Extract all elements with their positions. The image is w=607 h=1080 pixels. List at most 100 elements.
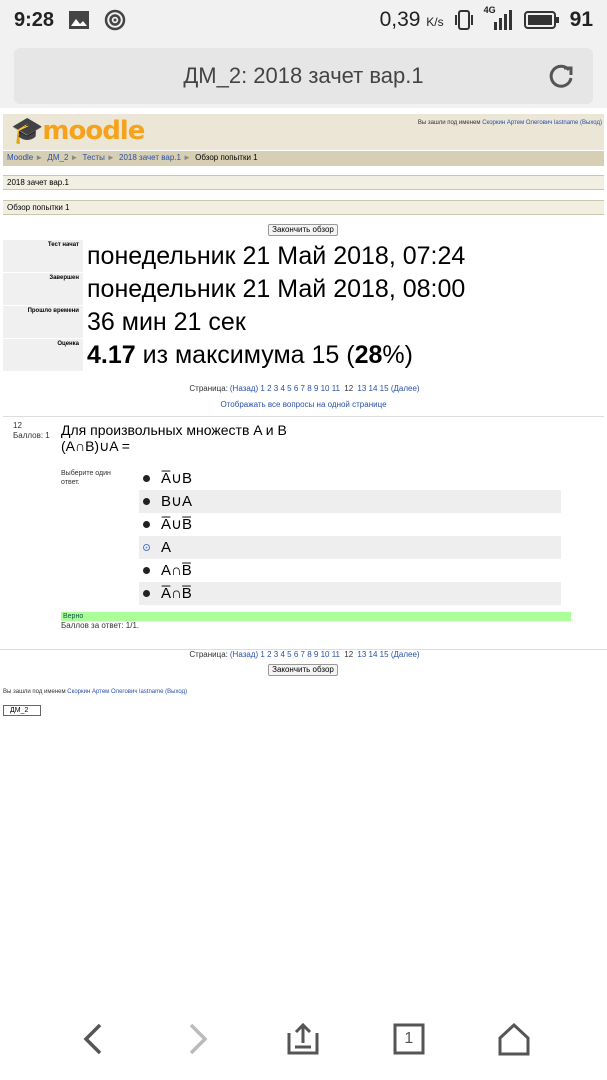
clock: 9:28 <box>14 8 55 31</box>
signal-icon: 4G <box>484 5 514 31</box>
prev-page-link[interactable]: (Назад) <box>230 650 258 659</box>
page-link[interactable]: 3 <box>274 650 278 659</box>
page-link[interactable]: 10 <box>321 650 330 659</box>
footer-user-link[interactable]: Скоркин Артем Олегович lastname <box>67 689 163 695</box>
page-link[interactable]: 9 <box>314 384 318 393</box>
summary-row: Оценка 4.17 из максимума 15 (28%) <box>3 339 604 371</box>
login-info: Вы зашли под именем Скоркин Артем Олегов… <box>417 120 602 126</box>
home-icon <box>498 1022 530 1056</box>
answer-option-selected[interactable]: A <box>139 536 561 559</box>
answer-option[interactable]: A∩B̅ <box>139 559 561 582</box>
radio-button[interactable] <box>143 521 150 528</box>
page-link[interactable]: 3 <box>274 384 278 393</box>
summary-value: понедельник 21 Май 2018, 08:00 <box>87 275 466 303</box>
pagination-bottom: Страница: (Назад) 1 2 3 4 5 6 7 8 9 10 11… <box>0 649 607 659</box>
next-page-link[interactable]: (Далее) <box>391 384 420 393</box>
answer-options: A̅∪B B∪A A̅∪B̅ A A∩B̅ A̅∩B̅ <box>139 467 561 605</box>
radio-button[interactable] <box>143 590 150 597</box>
question-points: Баллов: 1 <box>13 431 50 440</box>
page-link[interactable]: 4 <box>280 384 284 393</box>
summary-value: 36 мин 21 сек <box>87 308 246 336</box>
page-link[interactable]: 1 <box>260 650 264 659</box>
radio-button[interactable] <box>143 498 150 505</box>
page-link[interactable]: 4 <box>280 650 284 659</box>
tabs-button[interactable]: 1 <box>379 1009 439 1069</box>
feedback-correct: Верно <box>61 612 571 621</box>
summary-label: Завершен <box>3 273 83 305</box>
home-button[interactable] <box>484 1009 544 1069</box>
page-link[interactable]: 14 <box>369 384 378 393</box>
radio-button[interactable] <box>143 475 150 482</box>
summary-value: понедельник 21 Май 2018, 07:24 <box>87 242 466 270</box>
page-link[interactable]: 9 <box>314 650 318 659</box>
site-header: 🎓moodle Вы зашли под именем Скоркин Арте… <box>3 114 604 150</box>
page-link[interactable]: 15 <box>380 384 389 393</box>
attempt-summary: Тест начат понедельник 21 Май 2018, 07:2… <box>3 240 604 372</box>
summary-label: Прошло времени <box>3 306 83 338</box>
question-block: 12 Баллов: 1 Для произвольных множеств A… <box>3 416 604 636</box>
image-icon <box>69 11 90 29</box>
page-link[interactable]: 13 <box>357 384 366 393</box>
logout-link[interactable]: (Выход) <box>580 120 602 126</box>
tabs-count: 1 <box>404 1030 414 1047</box>
hotspot-icon <box>104 9 126 31</box>
address-bar[interactable]: ДМ_2: 2018 зачет вар.1 <box>14 48 593 104</box>
course-home-button[interactable]: ДМ_2 <box>3 705 41 716</box>
next-page-link[interactable]: (Далее) <box>391 650 420 659</box>
page-link[interactable]: 10 <box>321 384 330 393</box>
forward-arrow-icon <box>189 1023 208 1055</box>
grade-value: 4.17 из максимума 15 (28%) <box>87 341 413 369</box>
footer-logout-link[interactable]: (Выход) <box>165 689 187 695</box>
answer-option[interactable]: A̅∩B̅ <box>139 582 561 605</box>
pagination-top: Страница: (Назад) 1 2 3 4 5 6 7 8 9 10 11… <box>189 384 420 393</box>
finish-review-button-top[interactable]: Закончить обзор <box>268 224 338 236</box>
user-link[interactable]: Скоркин Артем Олегович lastname <box>482 120 578 126</box>
page-link[interactable]: 2 <box>267 384 271 393</box>
answer-option[interactable]: B∪A <box>139 490 561 513</box>
page-link[interactable]: 2 <box>267 650 271 659</box>
breadcrumb-course[interactable]: ДМ_2 <box>47 153 68 162</box>
breadcrumb: Moodle ► ДМ_2 ► Тесты ► 2018 зачет вар.1 ► О… <box>3 151 604 166</box>
share-icon <box>287 1022 319 1055</box>
page-link[interactable]: 6 <box>294 384 298 393</box>
answer-option[interactable]: A̅∪B <box>139 467 561 490</box>
page-link[interactable]: 6 <box>294 650 298 659</box>
breadcrumb-quiz[interactable]: 2018 зачет вар.1 <box>119 153 181 162</box>
forward-button[interactable] <box>168 1009 228 1069</box>
page-link[interactable]: 7 <box>301 384 305 393</box>
reload-icon[interactable] <box>547 62 575 90</box>
share-button[interactable] <box>273 1009 333 1069</box>
breadcrumb-quizzes[interactable]: Тесты <box>83 153 105 162</box>
footer-login-info: Вы зашли под именем Скоркин Артем Олегов… <box>3 689 188 695</box>
page-link[interactable]: 8 <box>307 384 311 393</box>
answer-option[interactable]: A̅∪B̅ <box>139 513 561 536</box>
page-title: ДМ_2: 2018 зачет вар.1 <box>183 63 424 88</box>
prev-page-link[interactable]: (Назад) <box>230 384 258 393</box>
page-link[interactable]: 8 <box>307 650 311 659</box>
breadcrumb-moodle[interactable]: Moodle <box>7 153 33 162</box>
page-link[interactable]: 14 <box>369 650 378 659</box>
radio-button-selected[interactable] <box>143 544 150 551</box>
question-number: 12 <box>13 421 22 430</box>
page-link[interactable]: 15 <box>380 650 389 659</box>
radio-button[interactable] <box>143 567 150 574</box>
current-page: 12 <box>344 650 354 659</box>
page-link[interactable]: 7 <box>301 650 305 659</box>
summary-row: Прошло времени 36 мин 21 сек <box>3 306 604 338</box>
finish-review-button-bottom[interactable]: Закончить обзор <box>268 664 338 676</box>
network-speed: 0,39 K/s <box>379 8 444 31</box>
question-text: Для произвольных множеств A и B (A∩B)∪A … <box>61 422 287 454</box>
page-link[interactable]: 13 <box>357 650 366 659</box>
summary-row: Завершен понедельник 21 Май 2018, 08:00 <box>3 273 604 305</box>
page-link[interactable]: 5 <box>287 384 291 393</box>
page-link[interactable]: 5 <box>287 650 291 659</box>
page-link[interactable]: 1 <box>260 384 264 393</box>
page-link[interactable]: 11 <box>332 384 340 393</box>
web-page: 🎓moodle Вы зашли под именем Скоркин Арте… <box>0 108 607 998</box>
summary-label: Тест начат <box>3 240 83 272</box>
page-link[interactable]: 11 <box>332 650 340 659</box>
show-all-questions-link[interactable]: Отображать все вопросы на одной странице <box>220 400 386 409</box>
back-button[interactable] <box>63 1009 123 1069</box>
moodle-logo[interactable]: 🎓moodle <box>11 116 145 146</box>
back-arrow-icon <box>83 1023 101 1055</box>
